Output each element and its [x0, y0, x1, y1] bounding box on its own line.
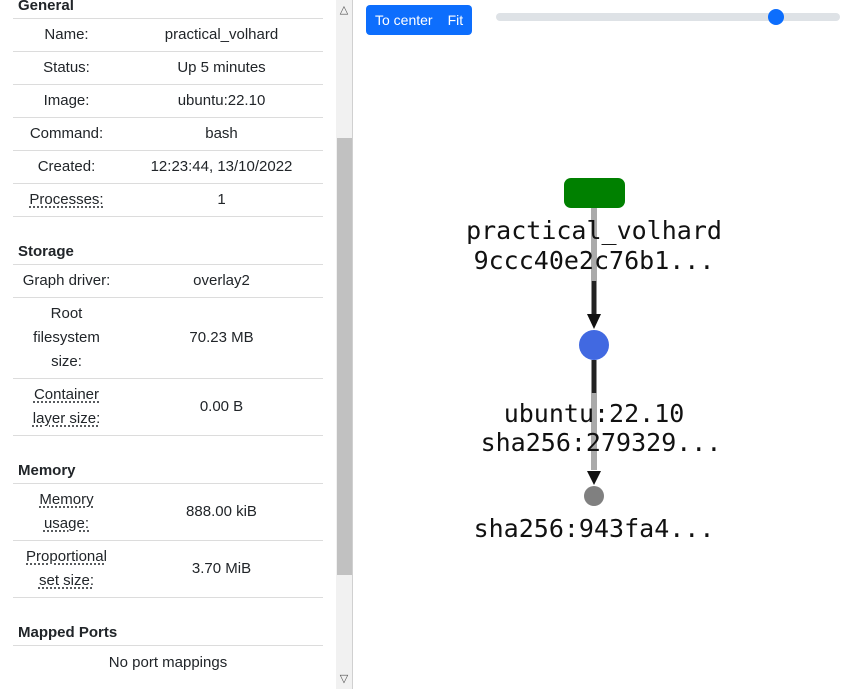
to-center-button[interactable]: To center [366, 5, 442, 35]
name-row: Name: practical_volhard [13, 19, 323, 52]
image-row: Image: ubuntu:22.10 [13, 85, 323, 118]
graph-driver-label: Graph driver: [22, 272, 111, 289]
image-node[interactable] [579, 330, 609, 360]
created-value: 12:23:44, 13/10/2022 [150, 158, 293, 175]
created-label: Created: [37, 158, 96, 175]
root-fs-size-value: 70.23 MB [189, 329, 254, 346]
memory-usage-row: Memory usage: 888.00 kiB [13, 484, 323, 541]
graph-driver-row: Graph driver: overlay2 [13, 265, 323, 298]
memory-usage-label[interactable]: Memory usage: [39, 491, 93, 532]
command-value: bash [205, 125, 238, 142]
memory-usage-value: 888.00 kiB [186, 503, 257, 520]
status-value: Up 5 minutes [177, 59, 266, 76]
mapped-ports-section-heading: Mapped Ports [13, 621, 323, 646]
image-id-label: sha256:279329... [481, 428, 722, 457]
scrollbar-thumb[interactable] [337, 138, 352, 575]
command-label: Command: [29, 125, 104, 142]
proportional-set-size-row: Proportional set size: 3.70 MiB [13, 541, 323, 598]
container-details-panel: General Name: practical_volhard Status: … [0, 0, 353, 689]
container-name-label: practical_volhard [466, 216, 722, 245]
status-label: Status: [43, 59, 90, 76]
processes-row: Processes: 1 [13, 184, 323, 217]
scroll-down-arrow-icon[interactable]: ▽ [336, 671, 352, 687]
details-scroll-area[interactable]: General Name: practical_volhard Status: … [0, 0, 336, 689]
container-graph[interactable]: practical_volhard 9ccc40e2c76b1... ubunt… [353, 40, 853, 689]
general-section-heading: General [13, 0, 323, 19]
image-value: ubuntu:22.10 [177, 92, 266, 109]
image-name-label: ubuntu:22.10 [504, 399, 685, 428]
graph-toolbar: To center Fit [366, 5, 473, 35]
zoom-slider-thumb[interactable] [768, 9, 784, 25]
edge-arrow-icon [587, 314, 601, 329]
container-layer-size-label[interactable]: Container layer size: [33, 386, 101, 427]
edge-arrow-icon [587, 471, 601, 485]
container-node[interactable] [564, 178, 625, 208]
processes-label[interactable]: Processes: [29, 191, 103, 208]
proportional-set-size-label[interactable]: Proportional set size: [26, 548, 107, 589]
proportional-set-size-value: 3.70 MiB [191, 560, 252, 577]
layer-node[interactable] [584, 486, 604, 506]
status-row: Status: Up 5 minutes [13, 52, 323, 85]
no-ports-text: No port mappings [108, 653, 228, 671]
root-fs-size-row: Root filesystem size: 70.23 MB [13, 298, 323, 379]
memory-section-heading: Memory [13, 459, 323, 484]
image-label: Image: [43, 92, 90, 109]
no-ports-row: No port mappings [13, 646, 323, 679]
command-row: Command: bash [13, 118, 323, 151]
zoom-slider-track[interactable] [496, 13, 840, 21]
details-scrollbar[interactable]: △ ▽ [336, 0, 352, 689]
graph-driver-value: overlay2 [193, 272, 250, 289]
root-fs-size-label: Root filesystem size: [33, 305, 100, 370]
container-id-label: 9ccc40e2c76b1... [474, 246, 715, 275]
layer-id-label: sha256:943fa4... [474, 514, 715, 543]
name-label: Name: [44, 26, 89, 43]
storage-section-heading: Storage [13, 240, 323, 265]
processes-value: 1 [217, 191, 226, 208]
container-layer-size-row: Container layer size: 0.00 B [13, 379, 323, 436]
container-layer-size-value: 0.00 B [199, 398, 244, 415]
created-row: Created: 12:23:44, 13/10/2022 [13, 151, 323, 184]
zoom-slider[interactable] [496, 9, 840, 25]
name-value: practical_volhard [164, 26, 279, 43]
fit-button[interactable]: Fit [441, 5, 473, 35]
scroll-up-arrow-icon[interactable]: △ [336, 2, 352, 18]
